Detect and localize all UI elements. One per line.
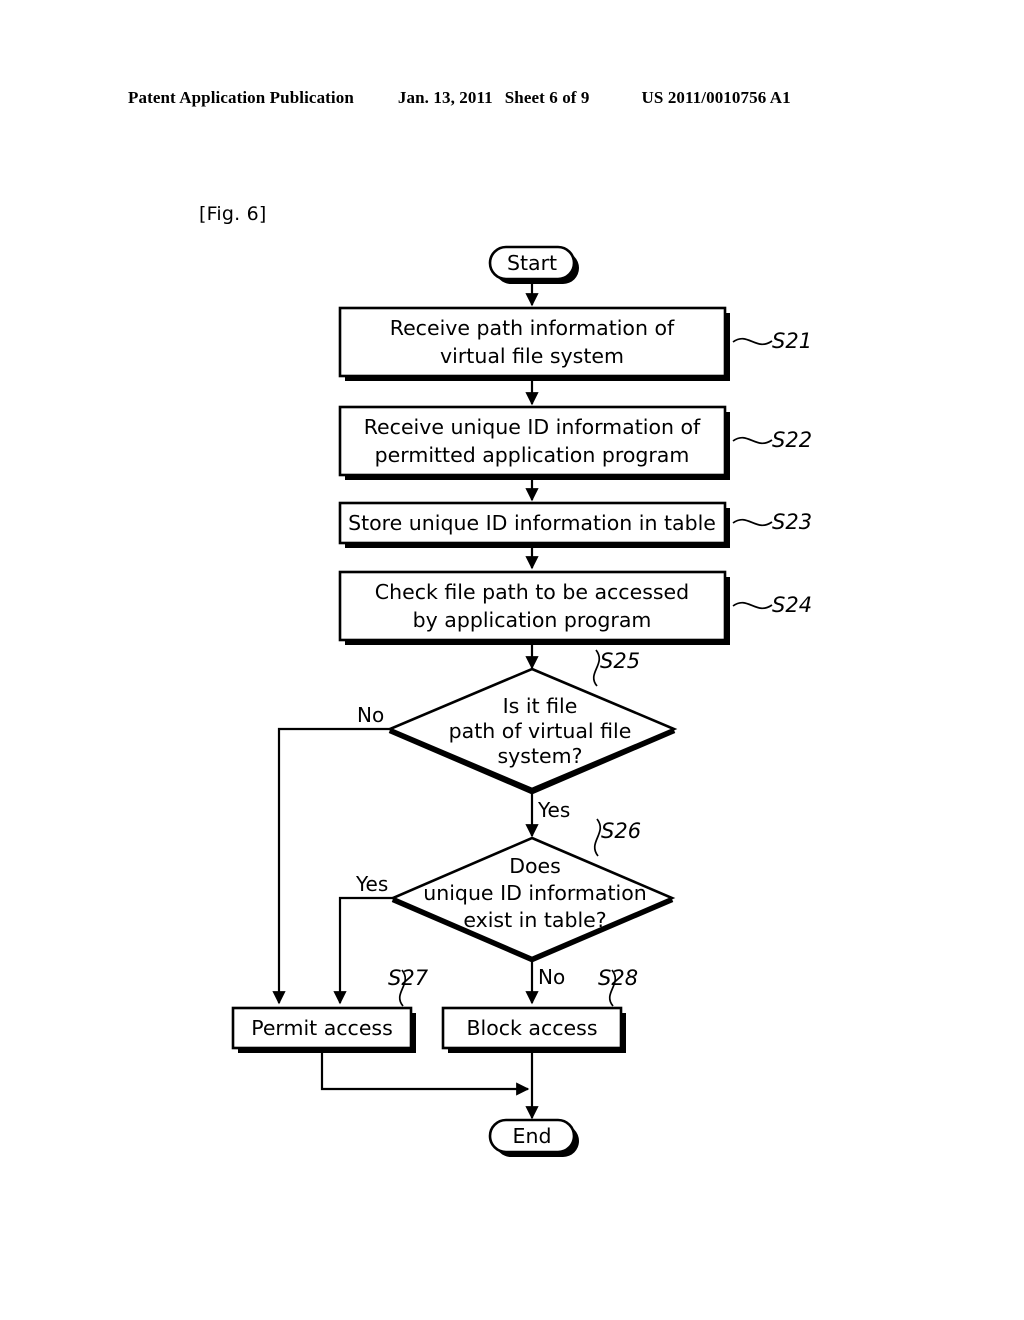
leader-s26 xyxy=(593,818,602,857)
leader-s22 xyxy=(732,436,773,445)
leader-s25 xyxy=(592,649,601,687)
node-start: Start xyxy=(488,245,579,284)
connector-s26-yes-to-permit xyxy=(333,896,393,1005)
leader-s24 xyxy=(732,601,773,610)
s25-line2: path of virtual file xyxy=(449,719,632,743)
node-s26: Does unique ID information exist in tabl… xyxy=(389,836,676,963)
node-s22: Receive unique ID information of permitt… xyxy=(338,405,730,480)
s24-line1: Check file path to be accessed xyxy=(375,580,689,604)
s25-branch-no-label: No xyxy=(357,703,384,727)
s22-line1: Receive unique ID information of xyxy=(364,415,701,439)
leader-s21 xyxy=(732,337,773,346)
s26-line2: unique ID information xyxy=(423,881,646,905)
node-s25: Is it file path of virtual file system? xyxy=(386,667,678,795)
s25-branch-yes-label: Yes xyxy=(537,798,570,822)
end-label: End xyxy=(513,1124,552,1148)
leader-s23 xyxy=(732,518,773,527)
ref-s25: S25 xyxy=(600,649,640,673)
node-s24: Check file path to be accessed by applic… xyxy=(338,570,730,645)
s26-line3: exist in table? xyxy=(463,908,606,932)
connector-s25-no-to-permit xyxy=(272,727,390,1005)
s26-branch-yes-label: Yes xyxy=(355,872,388,896)
s26-branch-no-label: No xyxy=(538,965,565,989)
ref-s28: S28 xyxy=(598,966,638,990)
block-access-label: Block access xyxy=(466,1016,597,1040)
s25-line3: system? xyxy=(498,744,583,768)
s26-line1: Does xyxy=(509,854,561,878)
node-s27-permit-access: Permit access xyxy=(231,1006,416,1053)
node-s21: Receive path information of virtual file… xyxy=(338,306,730,381)
s22-line2: permitted application program xyxy=(375,443,690,467)
ref-s23: S23 xyxy=(772,510,812,534)
ref-s24: S24 xyxy=(772,593,812,617)
flowchart-figure: Start Receive path information of virtua… xyxy=(0,0,1024,1320)
s21-line1: Receive path information of xyxy=(390,316,675,340)
flowchart-svg: Start Receive path information of virtua… xyxy=(231,245,812,1157)
permit-access-label: Permit access xyxy=(251,1016,393,1040)
node-s23: Store unique ID information in table xyxy=(338,501,730,548)
node-end: End xyxy=(488,1118,579,1157)
ref-s22: S22 xyxy=(772,428,812,452)
node-s28-block-access: Block access xyxy=(441,1006,626,1053)
s23-label: Store unique ID information in table xyxy=(348,511,716,535)
s21-line2: virtual file system xyxy=(440,344,624,368)
ref-s21: S21 xyxy=(772,329,812,353)
s24-line2: by application program xyxy=(413,608,652,632)
connector-permit-to-end-join xyxy=(320,1048,530,1096)
start-label: Start xyxy=(507,251,557,275)
ref-s27: S27 xyxy=(388,966,429,990)
s25-line1: Is it file xyxy=(503,694,578,718)
ref-s26: S26 xyxy=(601,819,641,843)
